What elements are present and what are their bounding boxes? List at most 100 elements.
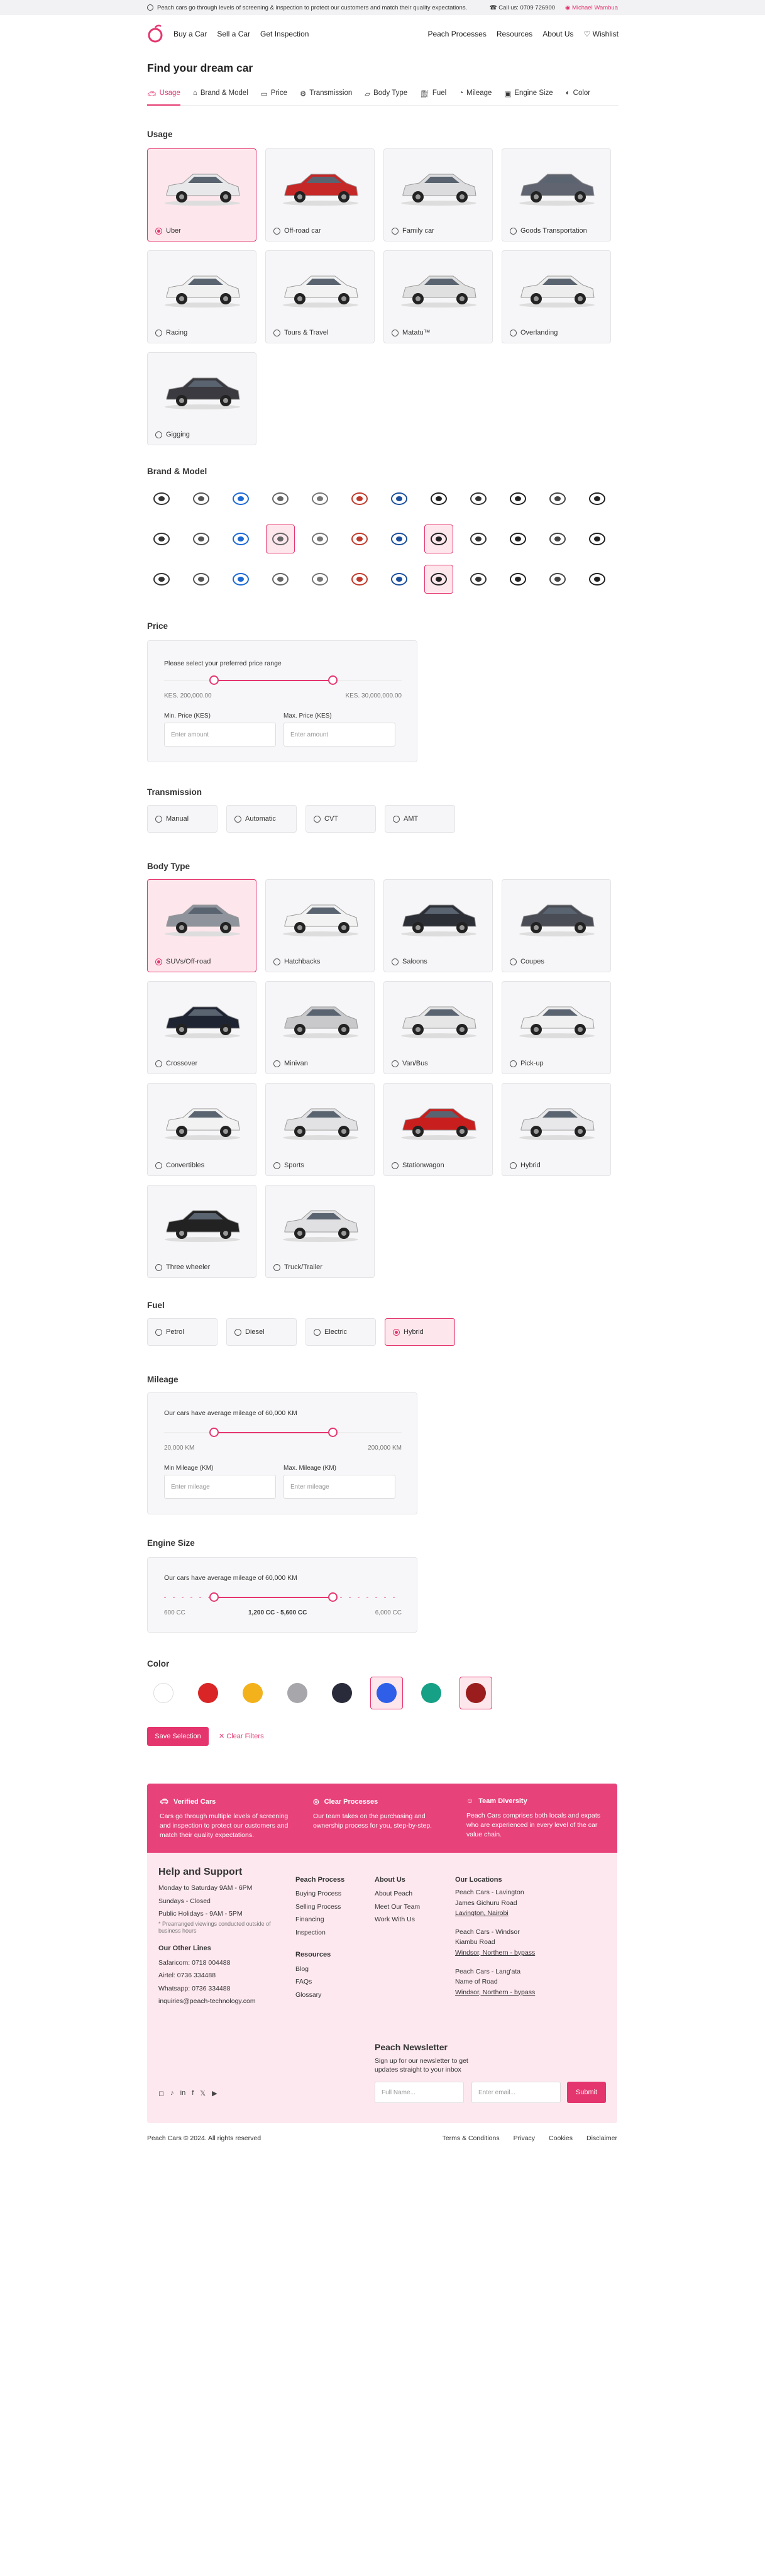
disclaimer-link[interactable]: Disclaimer [586, 2135, 617, 2142]
radio-button[interactable] [393, 1328, 400, 1336]
option-card[interactable]: Three wheeler [147, 1185, 256, 1278]
tab-price[interactable]: ▭ Price [261, 89, 287, 106]
radio-button[interactable] [155, 227, 162, 235]
tab-engine[interactable]: ▣ Engine Size [504, 89, 553, 106]
option-card[interactable]: SUVs/Off-road [147, 879, 256, 972]
option-pill[interactable]: Electric [305, 1318, 376, 1346]
option-card[interactable]: Crossover [147, 981, 256, 1074]
option-card[interactable]: Goods Transportation [502, 148, 611, 242]
brand-logo[interactable] [424, 484, 453, 513]
color-swatch[interactable] [415, 1677, 448, 1709]
radio-button[interactable] [392, 329, 399, 336]
radio-button[interactable] [510, 329, 517, 336]
newsletter-email-input[interactable]: Enter email... [471, 2082, 561, 2103]
option-card[interactable]: Saloons [383, 879, 493, 972]
brand-logo[interactable] [226, 484, 255, 513]
option-card[interactable]: Van/Bus [383, 981, 493, 1074]
option-card[interactable]: Gigging [147, 352, 256, 445]
engine-max-handle[interactable] [328, 1592, 338, 1602]
radio-button[interactable] [155, 1060, 162, 1067]
option-pill[interactable]: Petrol [147, 1318, 217, 1346]
newsletter-submit-button[interactable]: Submit [567, 2082, 606, 2103]
brand-logo[interactable] [504, 484, 532, 513]
tab-mileage[interactable]: ◔ Mileage [459, 89, 492, 106]
save-selection-button[interactable]: Save Selection [147, 1727, 209, 1746]
brand-logo[interactable] [226, 565, 255, 594]
radio-button[interactable] [510, 1060, 517, 1067]
nav-inspection[interactable]: Get Inspection [260, 30, 309, 38]
radio-button[interactable] [314, 1328, 321, 1336]
radio-button[interactable] [234, 1328, 241, 1336]
radio-button[interactable] [155, 431, 162, 438]
facebook-icon[interactable]: f [192, 2089, 194, 2097]
brand-logo[interactable] [385, 525, 414, 553]
brand-logo[interactable] [464, 565, 493, 594]
clear-filters-button[interactable]: ✕ Clear Filters [219, 1732, 264, 1740]
option-card[interactable]: Minivan [265, 981, 375, 1074]
option-card[interactable]: Coupes [502, 879, 611, 972]
radio-button[interactable] [392, 958, 399, 965]
option-card[interactable]: Sports [265, 1083, 375, 1176]
radio-button[interactable] [273, 1060, 280, 1067]
min-price-input[interactable]: Enter amount [164, 723, 276, 747]
color-swatch[interactable] [236, 1677, 269, 1709]
mileage-max-handle[interactable] [328, 1428, 338, 1437]
price-slider[interactable] [164, 675, 402, 685]
radio-button[interactable] [155, 1263, 162, 1271]
tab-transmission[interactable]: ⚙ Transmission [300, 89, 352, 106]
radio-button[interactable] [392, 227, 399, 235]
instagram-icon[interactable]: ◻ [158, 2089, 164, 2097]
cookies-link[interactable]: Cookies [549, 2135, 573, 2142]
max-price-input[interactable]: Enter amount [283, 723, 395, 747]
nav-wishlist[interactable]: ♡ Wishlist [584, 30, 619, 38]
brand-logo[interactable] [226, 525, 255, 553]
option-pill[interactable]: AMT [385, 805, 455, 833]
option-card[interactable]: Matatu™ [383, 250, 493, 343]
brand-logo[interactable] [424, 525, 453, 553]
brand-logo[interactable] [187, 525, 216, 553]
tab-color[interactable]: ◐ Color [566, 89, 590, 106]
mileage-slider[interactable] [164, 1428, 402, 1437]
user-menu[interactable]: ◉ Michael Wambua [565, 4, 618, 11]
option-pill[interactable]: Manual [147, 805, 217, 833]
color-swatch[interactable] [281, 1677, 314, 1709]
option-pill[interactable]: Automatic [226, 805, 297, 833]
nav-resources[interactable]: Resources [497, 30, 532, 38]
brand-logo[interactable] [266, 484, 295, 513]
radio-button[interactable] [273, 1263, 280, 1271]
radio-button[interactable] [393, 815, 400, 823]
tiktok-icon[interactable]: ♪ [170, 2089, 174, 2097]
radio-button[interactable] [155, 1162, 162, 1169]
brand-logo[interactable] [266, 525, 295, 553]
engine-min-handle[interactable] [209, 1592, 219, 1602]
brand-logo[interactable] [305, 525, 334, 553]
radio-button[interactable] [273, 329, 280, 336]
tab-usage[interactable]: 🚗︎ Usage [147, 89, 180, 106]
newsletter-name-input[interactable]: Full Name... [375, 2082, 464, 2103]
option-pill[interactable]: Hybrid [385, 1318, 455, 1346]
brand-logo[interactable] [385, 484, 414, 513]
option-card[interactable]: Hybrid [502, 1083, 611, 1176]
call-link[interactable]: ☎ Call us: 0709 726900 [490, 4, 555, 11]
tab-fuel[interactable]: ⛽︎ Fuel [420, 89, 446, 106]
radio-button[interactable] [273, 227, 280, 235]
option-card[interactable]: Pick-up [502, 981, 611, 1074]
brand-logo[interactable] [424, 565, 453, 594]
radio-button[interactable] [155, 815, 162, 823]
option-pill[interactable]: Diesel [226, 1318, 297, 1346]
brand-logo[interactable] [504, 565, 532, 594]
color-swatch[interactable] [147, 1677, 180, 1709]
color-swatch[interactable] [460, 1677, 492, 1709]
tab-body[interactable]: ▱ Body Type [365, 89, 407, 106]
nav-buy[interactable]: Buy a Car [173, 30, 207, 38]
brand-logo[interactable] [305, 565, 334, 594]
brand-logo[interactable] [147, 525, 176, 553]
color-swatch[interactable] [192, 1677, 224, 1709]
nav-about[interactable]: About Us [542, 30, 573, 38]
terms-link[interactable]: Terms & Conditions [443, 2135, 500, 2142]
brand-logo[interactable] [385, 565, 414, 594]
radio-button[interactable] [155, 1328, 162, 1336]
brand-logo[interactable] [543, 525, 572, 553]
twitter-icon[interactable]: 𝕏 [200, 2089, 206, 2097]
max-mileage-input[interactable]: Enter mileage [283, 1475, 395, 1499]
